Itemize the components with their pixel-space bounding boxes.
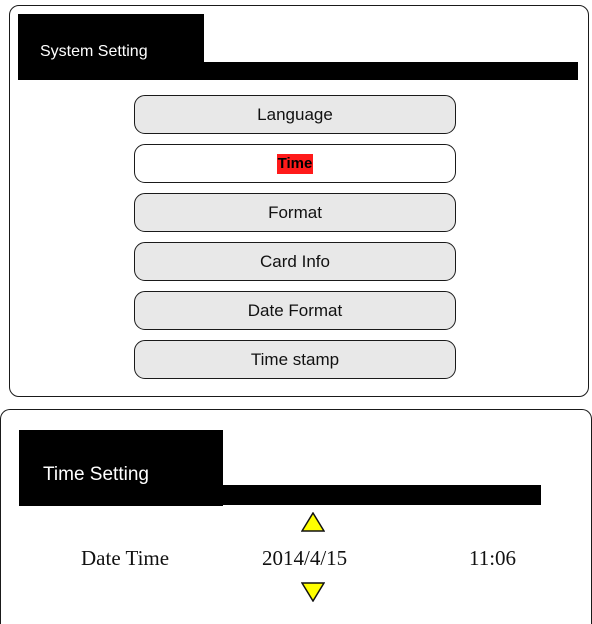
menu-item-label: Language (257, 104, 333, 124)
date-value[interactable]: 2014/4/15 (262, 546, 347, 571)
menu-item-label: Card Info (260, 251, 330, 271)
time-value[interactable]: 11:06 (469, 546, 516, 571)
menu-item-card-info[interactable]: Card Info (134, 242, 456, 281)
date-time-label: Date Time (81, 546, 170, 570)
system-setting-title: System Setting (40, 43, 148, 60)
menu-item-label: Time (276, 153, 314, 174)
time-setting-header-bar (211, 485, 541, 505)
menu-item-label: Format (268, 202, 322, 222)
menu-item-date-format[interactable]: Date Format (134, 291, 456, 330)
time-setting-title: Time Setting (43, 464, 149, 485)
menu-item-format[interactable]: Format (134, 193, 456, 232)
increment-arrow-up-icon[interactable] (301, 512, 325, 532)
menu-item-label: Date Format (247, 300, 343, 320)
menu-item-label: Time stamp (250, 349, 340, 369)
decrement-arrow-down-icon[interactable] (301, 582, 325, 602)
menu-item-language[interactable]: Language (134, 95, 456, 134)
menu-item-time[interactable]: Time (134, 144, 456, 183)
time-setting-panel: Time Setting Date Time 2014/4/15 11:06 (0, 409, 592, 624)
system-setting-panel: System Setting Language Time Format Card… (9, 5, 589, 397)
menu-item-time-stamp[interactable]: Time stamp (134, 340, 456, 379)
system-setting-header-bar (196, 62, 578, 80)
